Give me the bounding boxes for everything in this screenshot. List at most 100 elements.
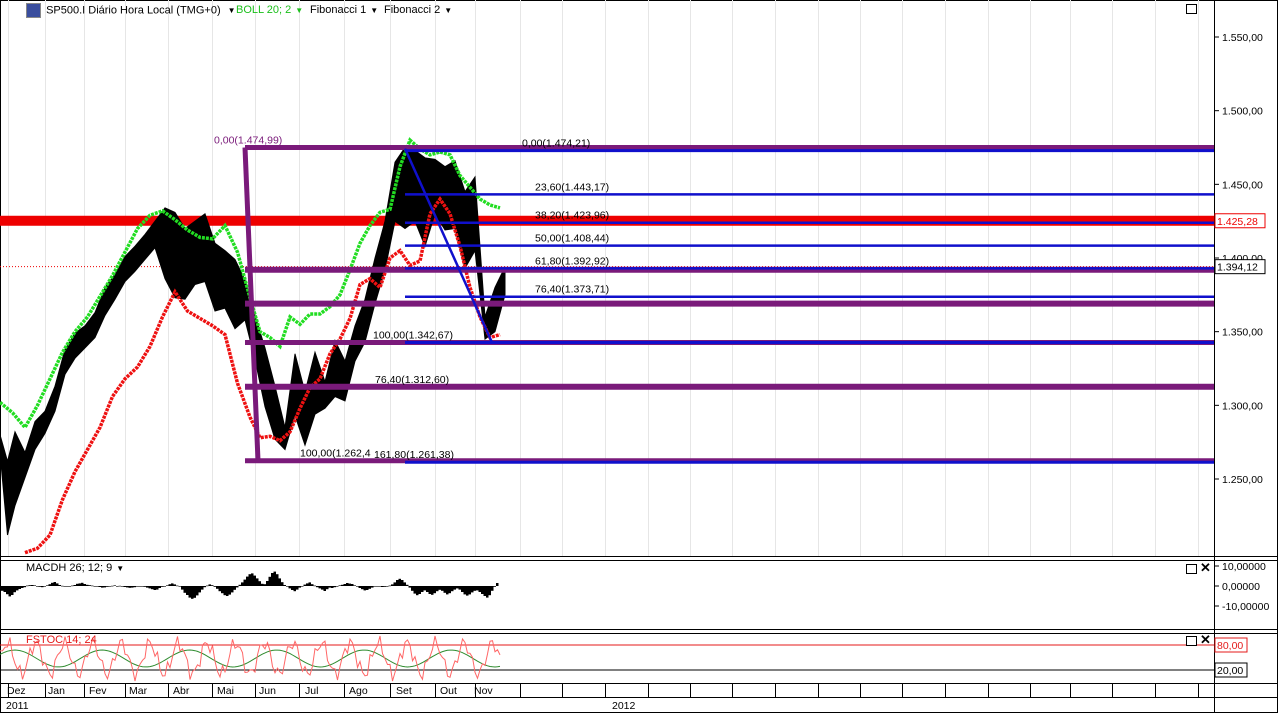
macd-bar (423, 586, 426, 591)
macd-bar (441, 586, 444, 591)
macd-bar (98, 586, 101, 587)
macd-bar (113, 585, 116, 586)
macd-bar (408, 586, 411, 588)
symbol-label[interactable]: SP500.I Diário Hora Local (TMG+0) (46, 4, 221, 16)
macd-dropdown-icon[interactable]: ▼ (116, 564, 124, 573)
macd-bar (416, 586, 419, 596)
fib2-level-label: 0,00(1.474,21) (522, 138, 590, 150)
symbol-dropdown-icon[interactable]: ▼ (228, 6, 236, 15)
macd-bar (446, 586, 449, 595)
macd-bar (401, 580, 404, 586)
macd-bar (18, 586, 21, 589)
fib1-level-label: 100,00(1.342,67) (373, 329, 453, 341)
macd-bar (148, 586, 151, 589)
macd-bar (228, 586, 231, 595)
macd-bar (183, 586, 186, 593)
macd-bar (458, 586, 461, 590)
fib1-indicator[interactable]: Fibonacci 1 ▼ (310, 3, 378, 18)
macd-bar (33, 585, 36, 586)
macd-bar (118, 585, 121, 587)
x-year-label: 2011 (6, 700, 29, 712)
macd-bar (81, 582, 84, 586)
macd-bar (361, 586, 364, 590)
fib1-level-label: 100,00(1.262,4 (300, 448, 371, 460)
macd-bar (411, 586, 414, 591)
macd-bar (66, 586, 69, 587)
macd-bar (131, 586, 134, 588)
macd-y-tick-label: 0,00000 (1222, 581, 1260, 593)
macd-bar (38, 586, 41, 587)
fib2-level-label: 161,80(1.261,38) (374, 449, 454, 461)
macd-bar (388, 585, 391, 587)
macd-bar (338, 585, 341, 586)
macd-bar (123, 586, 126, 587)
x-month-label: Jul (305, 685, 318, 697)
macd-bar (133, 586, 136, 588)
cfd-icon[interactable] (26, 3, 41, 18)
macd-bar (323, 586, 326, 591)
price-tag-label: 1.425,28 (1217, 216, 1258, 228)
maximize-fstoc-icon[interactable] (1186, 636, 1197, 646)
macd-bar (103, 586, 106, 588)
macd-bar (478, 586, 481, 592)
macd-bar (426, 586, 429, 592)
y-tick-label: 1.550,00 (1222, 32, 1263, 44)
macd-bar (343, 584, 346, 586)
macd-bar (236, 586, 239, 588)
macd-bar (491, 586, 494, 591)
fib2-level-label: 38,20(1.423,96) (535, 210, 609, 222)
macd-bar (298, 586, 301, 588)
macd-bar (241, 582, 244, 586)
macd-bar (181, 586, 184, 590)
window-frame (0, 0, 1278, 713)
macd-bar (171, 583, 174, 586)
macd-bar (248, 574, 251, 586)
fib2-indicator[interactable]: Fibonacci 2 ▼ (384, 3, 452, 18)
macd-bar (348, 583, 351, 586)
macd-bar (193, 586, 196, 598)
macd-bar (3, 586, 6, 592)
price-tag-label: 1.394,12 (1217, 262, 1258, 274)
close-fstoc-icon[interactable]: ✕ (1200, 633, 1211, 646)
macd-bar (108, 586, 111, 587)
macd-bar (346, 583, 349, 586)
fstoc-label[interactable]: FSTOC 14; 24 (26, 634, 97, 646)
macd-bar (188, 586, 191, 598)
macd-bar (83, 584, 86, 586)
maximize-macd-icon[interactable] (1186, 564, 1197, 574)
macd-bar (378, 586, 381, 587)
macd-bar (198, 586, 201, 593)
macd-bar (396, 580, 399, 586)
close-macd-icon[interactable]: ✕ (1200, 561, 1211, 574)
macd-bar (36, 586, 39, 587)
x-month-label: Abr (173, 685, 190, 697)
fstoc-y-tick-label: 20,00 (1217, 665, 1243, 677)
macd-bar (211, 585, 214, 586)
chart-canvas: 1.550,001.500,001.450,001.400,001.350,00… (0, 0, 1278, 713)
macd-bar (61, 585, 64, 587)
macd-bar (428, 586, 431, 594)
macd-bar (281, 582, 284, 586)
x-month-label: Fev (89, 685, 107, 697)
maximize-main-icon[interactable] (1186, 4, 1197, 14)
macd-bar (406, 584, 409, 586)
macd-bar (381, 586, 384, 587)
macd-bar (311, 584, 314, 586)
macd-bar (251, 573, 254, 586)
macd-label[interactable]: MACDH 26; 12; 9 (26, 562, 112, 574)
y-tick-label: 1.350,00 (1222, 327, 1263, 339)
x-month-label: Mai (217, 685, 234, 697)
macd-bar (341, 584, 344, 586)
macd-bar (156, 586, 159, 590)
macd-bar (488, 586, 491, 596)
fib2-dropdown-icon[interactable]: ▼ (444, 6, 452, 15)
macd-bar (136, 586, 139, 587)
macd-bar (78, 583, 81, 586)
x-month-label: Ago (349, 685, 368, 697)
boll-dropdown-icon[interactable]: ▼ (295, 6, 303, 15)
boll-indicator[interactable]: BOLL 20; 2 ▼ (236, 3, 303, 18)
macd-bar (51, 582, 54, 586)
fib1-dropdown-icon[interactable]: ▼ (370, 6, 378, 15)
macd-bar (376, 586, 379, 587)
macd-bar (368, 586, 371, 589)
